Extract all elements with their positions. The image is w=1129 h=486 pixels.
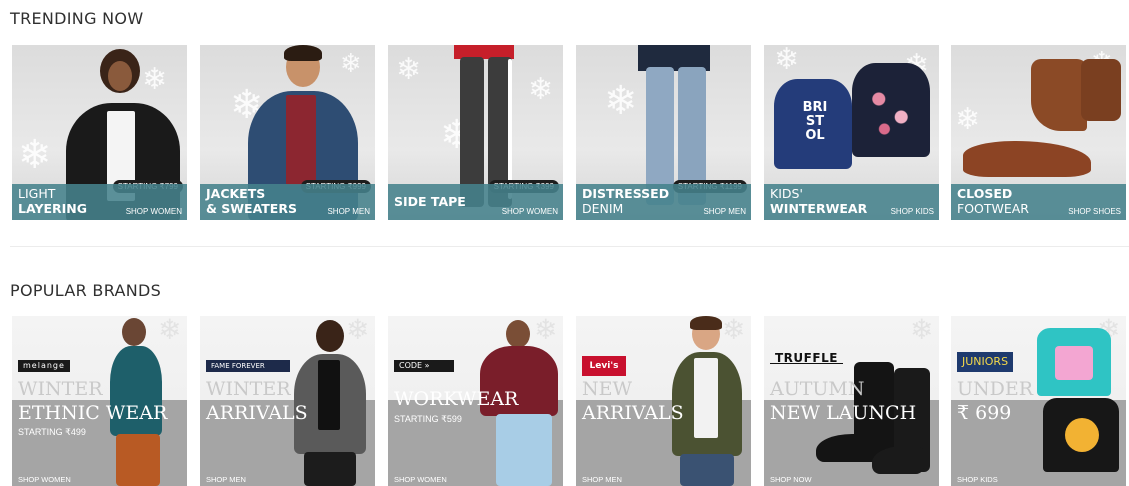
- shop-link[interactable]: SHOP MEN: [703, 207, 746, 216]
- shop-link[interactable]: SHOP WOMEN: [502, 207, 558, 216]
- trending-tile-closed-footwear[interactable]: ❄ ❄ CLOSED FOOTWEAR SHOP SHOES: [951, 45, 1126, 220]
- promo-line-1: UNDER: [957, 378, 1034, 400]
- trending-tile-kids-winterwear[interactable]: ❄ ❄ BRISTOL KIDS' WINTERWEAR SHOP KIDS: [764, 45, 939, 220]
- tile-caption: JACKETS & SWEATERS SHOP MEN: [200, 184, 375, 220]
- shop-link[interactable]: SHOP SHOES: [1068, 207, 1121, 216]
- trending-now-title: TRENDING NOW: [10, 9, 144, 28]
- shop-link[interactable]: SHOP NOW: [770, 475, 812, 484]
- caption-line-2: LAYERING: [18, 201, 88, 216]
- promo-line-3: STARTING ₹599: [394, 414, 462, 424]
- snowflake-icon: ❄: [18, 132, 52, 178]
- floral-print: [862, 81, 918, 141]
- shop-link[interactable]: SHOP WOMEN: [126, 207, 182, 216]
- snowflake-icon: ❄: [910, 316, 934, 346]
- caption-line-1: CLOSED: [957, 186, 1013, 201]
- caption-line-2: WINTERWEAR: [770, 201, 868, 216]
- caption-line-2: DENIM: [582, 201, 624, 216]
- brand-logo: CODE »: [394, 360, 454, 372]
- promo-line-1: AUTUMN: [770, 378, 865, 400]
- brand-logo: Levi's: [582, 356, 626, 376]
- snowflake-icon: ❄: [534, 316, 558, 346]
- snowflake-icon: ❄: [955, 102, 981, 137]
- trending-tile-jackets-sweaters[interactable]: ❄ ❄ STARTING ₹999 JACKETS & SWEATERS SHO…: [200, 45, 375, 220]
- brand-tile-fame-forever[interactable]: ❄ FAME FOREVER WINTER ARRIVALS SHOP MEN: [200, 316, 375, 486]
- brand-logo: JUNIORS: [957, 352, 1014, 372]
- promo-line-2: ARRIVALS: [582, 402, 684, 424]
- trending-row: ❄ ❄ STARTING ₹799 LIGHT LAYERING SHOP WO…: [0, 45, 1129, 220]
- caption-line-1: LIGHT: [18, 186, 56, 201]
- trending-tile-distressed-denim[interactable]: ❄ STARTING ₹1199 DISTRESSED DENIM SHOP M…: [576, 45, 751, 220]
- popular-brands-title: POPULAR BRANDS: [10, 281, 162, 300]
- brand-tile-juniors[interactable]: ❄ JUNIORS UNDER ₹ 699 SHOP KIDS: [951, 316, 1126, 486]
- snowflake-icon: ❄: [340, 49, 362, 79]
- caption-line-1: KIDS': [770, 186, 803, 201]
- caption-line-1: SIDE TAPE: [394, 194, 466, 209]
- popular-brands-row: ❄ melange WINTER ETHNIC WEAR STARTING ₹4…: [0, 316, 1129, 486]
- promo-line-2: NEW LAUNCH: [770, 402, 917, 424]
- snowflake-icon: ❄: [158, 316, 182, 346]
- snowflake-icon: ❄: [604, 78, 638, 124]
- section-divider: [10, 246, 1129, 247]
- snowflake-icon: ❄: [142, 62, 168, 97]
- trending-tile-side-tape[interactable]: ❄ ❄ ❄ STARTING ₹399 SIDE TAPE SHOP WOMEN: [388, 45, 563, 220]
- caption-line-1: DISTRESSED: [582, 186, 670, 201]
- snowflake-icon: ❄: [774, 45, 800, 77]
- snowflake-icon: ❄: [722, 316, 746, 346]
- promo-line-2: WORKWEAR: [394, 388, 519, 410]
- caption-line-1: JACKETS: [206, 186, 266, 201]
- promo-line-2: ARRIVALS: [206, 402, 308, 424]
- brand-logo: TRUFFLE: [770, 352, 843, 364]
- shop-link[interactable]: SHOP KIDS: [891, 207, 934, 216]
- shop-link[interactable]: SHOP WOMEN: [394, 475, 447, 484]
- snowflake-icon: ❄: [346, 316, 370, 346]
- shop-link[interactable]: SHOP MEN: [327, 207, 370, 216]
- brand-tile-melange[interactable]: ❄ melange WINTER ETHNIC WEAR STARTING ₹4…: [12, 316, 187, 486]
- promo-line-1: WINTER: [206, 378, 291, 400]
- shop-link[interactable]: SHOP MEN: [206, 475, 246, 484]
- shop-link[interactable]: SHOP MEN: [582, 475, 622, 484]
- promo-line-1: NEW: [582, 378, 633, 400]
- tile-caption: KIDS' WINTERWEAR SHOP KIDS: [764, 184, 939, 220]
- trending-tile-light-layering[interactable]: ❄ ❄ STARTING ₹799 LIGHT LAYERING SHOP WO…: [12, 45, 187, 220]
- brand-logo: FAME FOREVER: [206, 360, 290, 372]
- promo-line-2: ₹ 699: [957, 402, 1012, 424]
- brand-tile-levis[interactable]: ❄ Levi's NEW ARRIVALS SHOP MEN: [576, 316, 751, 486]
- sweatshirt-print: BRI ST OL: [802, 100, 828, 143]
- tile-caption: CLOSED FOOTWEAR SHOP SHOES: [951, 184, 1126, 220]
- tile-caption: DISTRESSED DENIM SHOP MEN: [576, 184, 751, 220]
- shop-link[interactable]: SHOP KIDS: [957, 475, 998, 484]
- brand-logo: melange: [18, 360, 70, 372]
- tile-caption: SIDE TAPE SHOP WOMEN: [388, 184, 563, 220]
- caption-line-2: & SWEATERS: [206, 201, 297, 216]
- brand-tile-code[interactable]: ❄ CODE » WORKWEAR STARTING ₹599 SHOP WOM…: [388, 316, 563, 486]
- promo-line-2: ETHNIC WEAR: [18, 402, 168, 424]
- snowflake-icon: ❄: [396, 52, 422, 87]
- brand-tile-truffle[interactable]: ❄ TRUFFLE AUTUMN NEW LAUNCH SHOP NOW: [764, 316, 939, 486]
- promo-line-1: WINTER: [18, 378, 103, 400]
- snowflake-icon: ❄: [528, 72, 554, 107]
- tile-caption: LIGHT LAYERING SHOP WOMEN: [12, 184, 187, 220]
- promo-line-3: STARTING ₹499: [18, 427, 86, 437]
- shop-link[interactable]: SHOP WOMEN: [18, 475, 71, 484]
- caption-line-2: FOOTWEAR: [957, 201, 1029, 216]
